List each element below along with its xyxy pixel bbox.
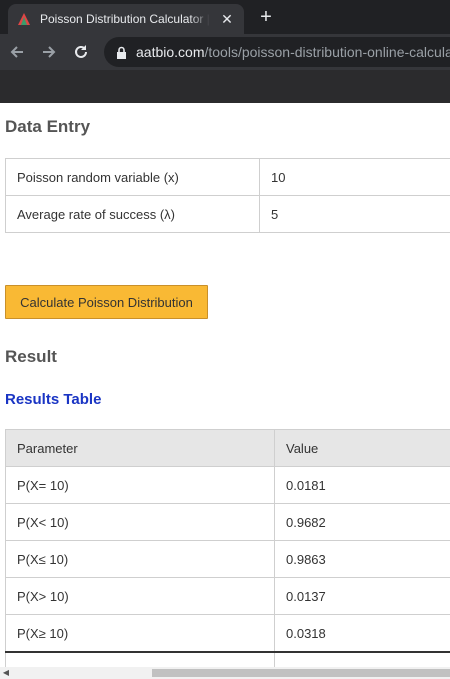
parameter-cell: P(X= 10) bbox=[5, 466, 275, 504]
horizontal-scrollbar[interactable]: ◀ bbox=[0, 667, 450, 679]
site-header-bar bbox=[0, 70, 450, 103]
calculate-button[interactable]: Calculate Poisson Distribution bbox=[5, 285, 208, 319]
lock-icon bbox=[116, 45, 127, 59]
average-rate-input[interactable]: 5 bbox=[259, 195, 450, 233]
new-tab-button[interactable]: + bbox=[255, 6, 277, 28]
value-cell: 0.0137 bbox=[274, 577, 450, 615]
table-row: P(X> 10) 0.0137 bbox=[5, 577, 450, 615]
scroll-left-icon[interactable]: ◀ bbox=[0, 667, 12, 679]
results-table-heading: Results Table bbox=[5, 391, 102, 408]
tab-close-icon[interactable]: ✕ bbox=[218, 10, 236, 28]
parameter-cell: P(X≥ 10) bbox=[5, 614, 275, 653]
forward-arrow-icon[interactable] bbox=[38, 41, 60, 63]
result-heading: Result bbox=[5, 347, 57, 366]
table-header-row: Parameter Value bbox=[5, 429, 450, 467]
data-entry-heading: Data Entry bbox=[5, 117, 91, 136]
address-bar[interactable]: aatbio.com/tools/poisson-distribution-on… bbox=[104, 37, 450, 67]
parameter-cell bbox=[5, 651, 275, 668]
value-cell: 0.0318 bbox=[274, 614, 450, 653]
url-path: /tools/poisson-distribution-online-calcu… bbox=[204, 44, 450, 60]
entry-label: Poisson random variable (x) bbox=[5, 158, 260, 196]
column-header: Parameter bbox=[5, 429, 275, 467]
browser-tab-strip: Poisson Distribution Calculator | AAT Bi… bbox=[0, 0, 450, 34]
table-row: P(X< 10) 0.9682 bbox=[5, 503, 450, 541]
value-cell: 0.0181 bbox=[274, 466, 450, 504]
browser-toolbar: aatbio.com/tools/poisson-distribution-on… bbox=[0, 34, 450, 70]
table-row: Poisson random variable (x) 10 bbox=[5, 158, 450, 196]
entry-label: Average rate of success (λ) bbox=[5, 195, 260, 233]
parameter-cell: P(X< 10) bbox=[5, 503, 275, 541]
url-text: aatbio.com/tools/poisson-distribution-on… bbox=[136, 44, 450, 60]
value-cell: 0.9682 bbox=[274, 503, 450, 541]
value-cell bbox=[274, 651, 450, 668]
value-cell: 0.9863 bbox=[274, 540, 450, 578]
results-table: Parameter Value P(X= 10) 0.0181 P(X< 10)… bbox=[5, 429, 450, 668]
table-row: P(X≤ 10) 0.9863 bbox=[5, 540, 450, 578]
column-header: Value bbox=[274, 429, 450, 467]
back-arrow-icon[interactable] bbox=[6, 41, 28, 63]
tab-title: Poisson Distribution Calculator | AAT Bi… bbox=[40, 12, 210, 26]
poisson-variable-input[interactable]: 10 bbox=[259, 158, 450, 196]
reload-icon[interactable] bbox=[70, 41, 92, 63]
table-row-cut-off bbox=[5, 651, 450, 668]
browser-tab[interactable]: Poisson Distribution Calculator | AAT Bi… bbox=[8, 4, 244, 34]
table-row: P(X≥ 10) 0.0318 bbox=[5, 614, 450, 653]
table-row: Average rate of success (λ) 5 bbox=[5, 195, 450, 233]
aatbio-favicon-icon bbox=[16, 11, 32, 27]
table-row: P(X= 10) 0.0181 bbox=[5, 466, 450, 504]
url-host: aatbio.com bbox=[136, 44, 205, 60]
data-entry-table: Poisson random variable (x) 10 Average r… bbox=[5, 158, 450, 233]
scrollbar-thumb[interactable] bbox=[152, 669, 450, 677]
parameter-cell: P(X> 10) bbox=[5, 577, 275, 615]
parameter-cell: P(X≤ 10) bbox=[5, 540, 275, 578]
